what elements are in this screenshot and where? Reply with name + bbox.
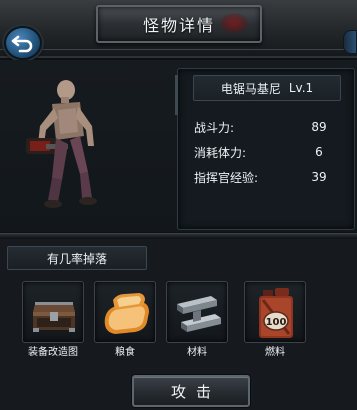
drop-item-material[interactable] [166, 281, 228, 343]
attack-button[interactable]: 攻击 [132, 375, 250, 407]
stat-label: 指挥官经验: [194, 170, 259, 185]
drop-section-title: 有几率掉落 [7, 246, 147, 270]
monster-portrait [22, 74, 112, 214]
drop-item-food[interactable] [94, 281, 156, 343]
stat-row-stamina: 消耗体力: 6 [194, 143, 334, 161]
blood-stain-decoration [220, 13, 248, 33]
fuel-can-icon: 100 [259, 288, 293, 338]
stats-panel: 电锯马基尼 Lv.1 战斗力: 89 消耗体力: 6 指挥官经验: 39 [175, 68, 355, 230]
monster-level: Lv.1 [288, 81, 314, 95]
page-title: 怪物详情 [142, 16, 215, 35]
chainsaw-zombie-icon [26, 80, 97, 208]
bread-icon [104, 293, 149, 334]
monster-name-bar: 电锯马基尼 Lv.1 [193, 75, 341, 101]
back-button[interactable] [4, 26, 42, 60]
drop-item-label: 燃料 [265, 347, 285, 358]
drop-item-label: 装备改造图 [28, 347, 78, 358]
back-arrow-icon [11, 35, 33, 53]
stat-row-commander-exp: 指挥官经验: 39 [194, 168, 334, 186]
stat-row-power: 战斗力: 89 [194, 118, 334, 136]
stat-value: 39 [311, 170, 327, 184]
drop-item-label: 粮食 [115, 347, 135, 358]
steel-beam-icon [177, 296, 221, 332]
title-plate: 怪物详情 [96, 5, 262, 43]
drop-item-blueprint[interactable] [22, 281, 84, 343]
toolbox-icon [33, 302, 75, 332]
drop-item-label: 材料 [187, 347, 207, 358]
fuel-amount-badge: 100 [266, 317, 287, 328]
side-tab-handle [343, 30, 357, 54]
monster-name: 电锯马基尼 [220, 81, 281, 96]
drop-item-fuel[interactable]: 100 [244, 281, 306, 343]
stat-value: 89 [311, 120, 327, 134]
stat-value: 6 [315, 145, 323, 159]
stat-label: 战斗力: [194, 120, 235, 135]
stat-label: 消耗体力: [194, 145, 247, 160]
